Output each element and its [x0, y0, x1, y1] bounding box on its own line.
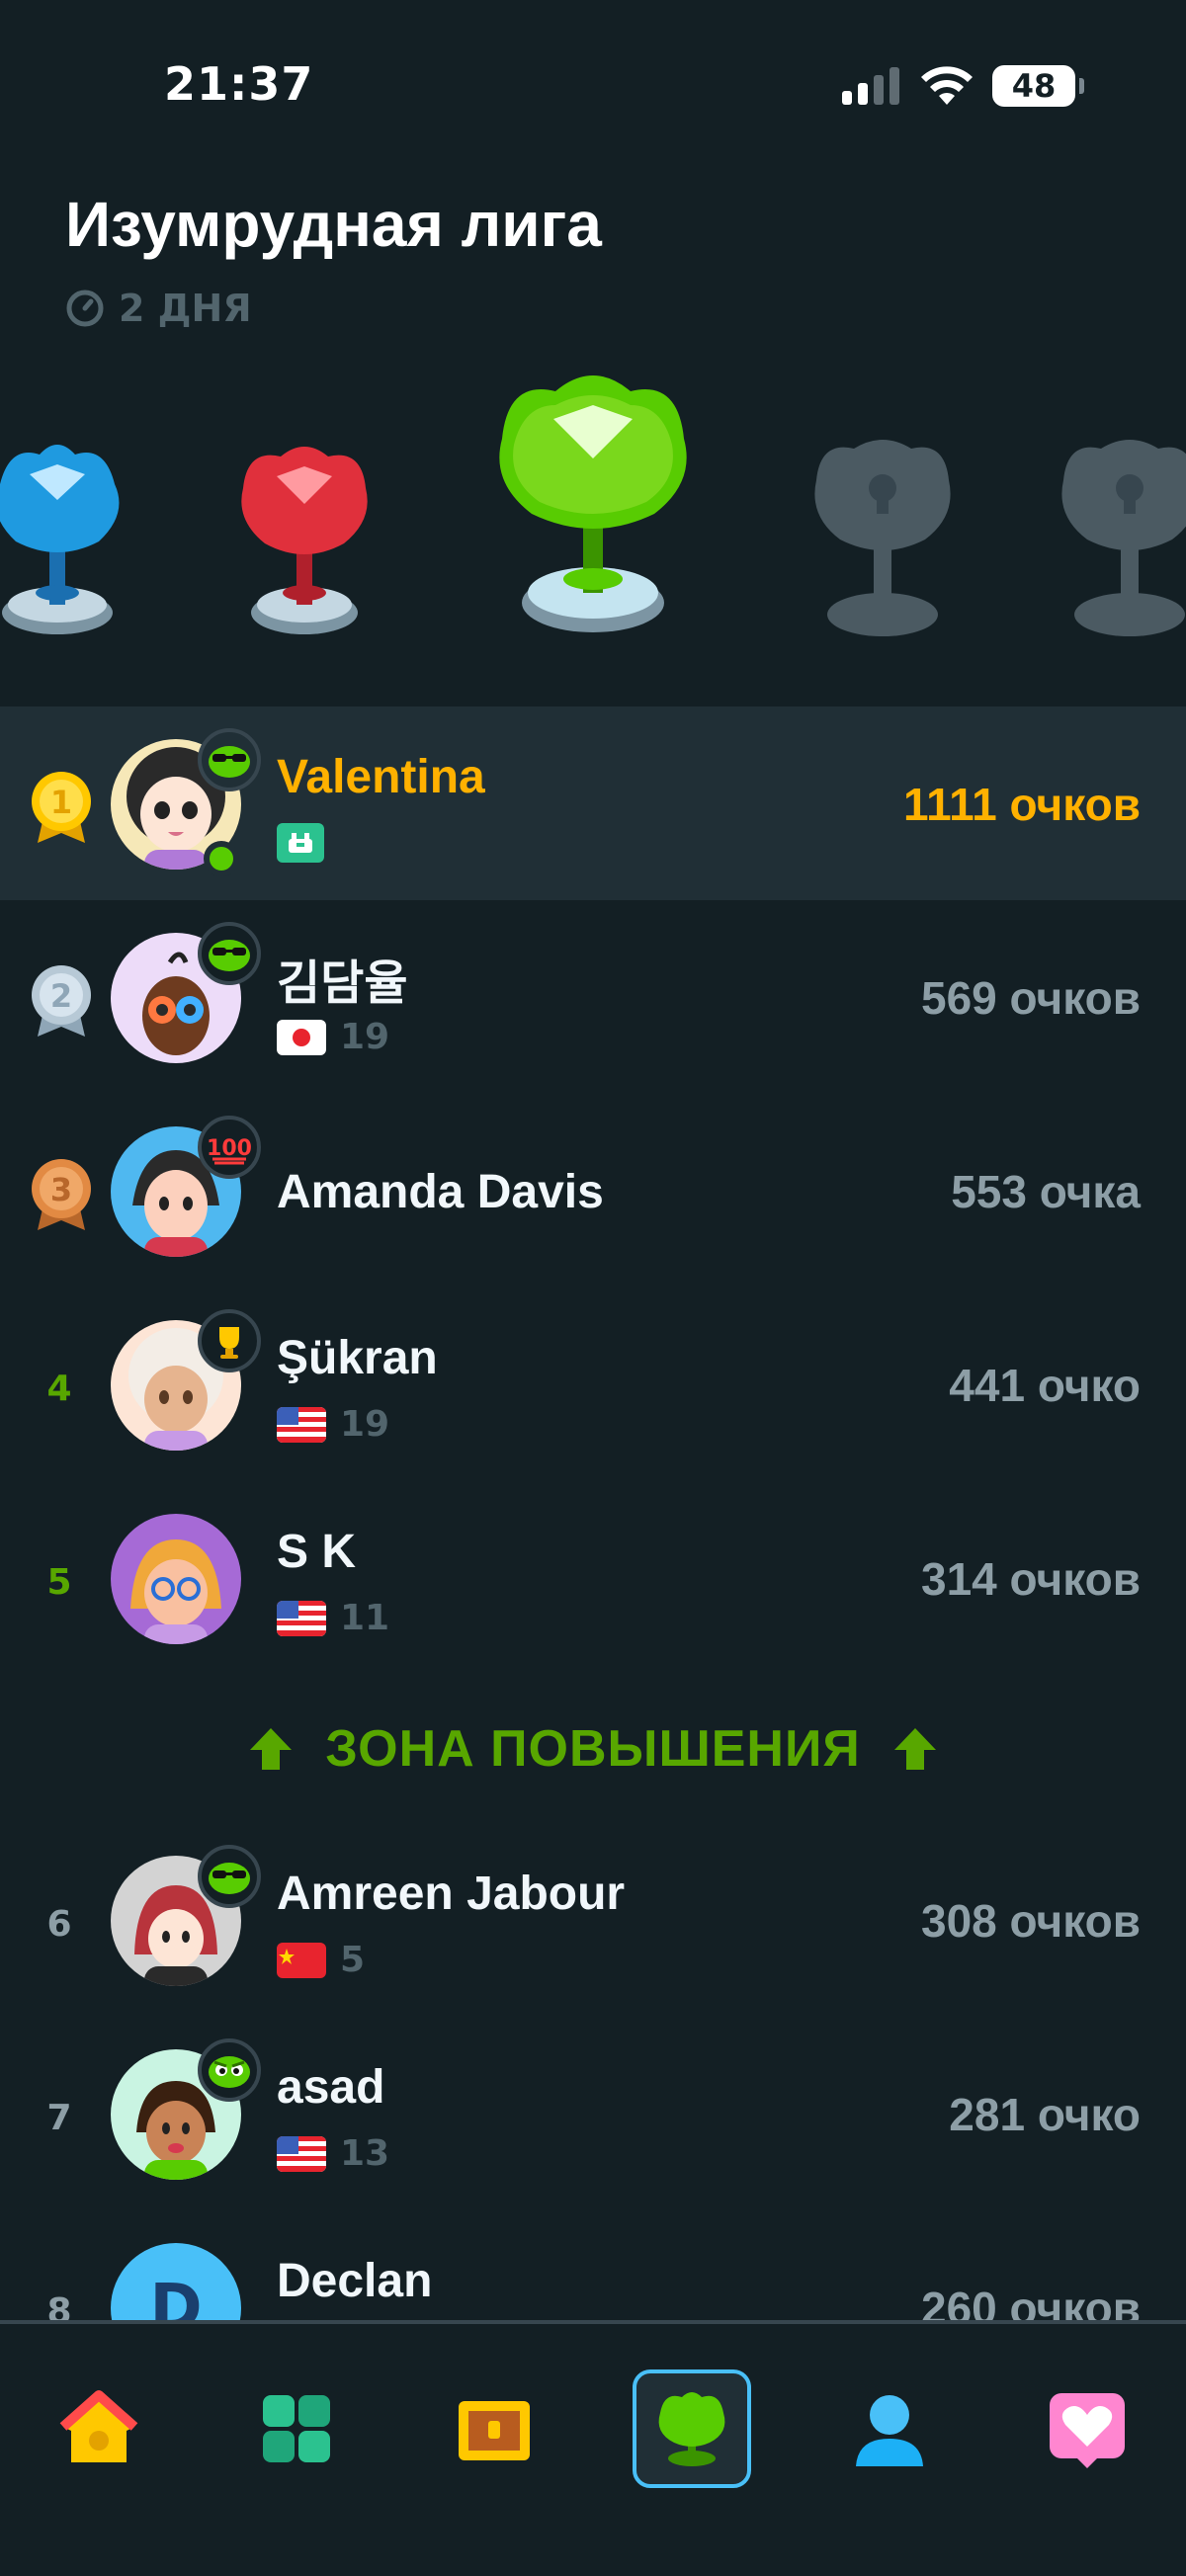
user-meta: 19: [277, 1017, 389, 1057]
user-points: 553 очка: [951, 1166, 1141, 1217]
league-chip-icon: [277, 823, 324, 863]
bronze-medal-icon: 3: [32, 1159, 91, 1230]
rank-number: 7: [46, 2097, 72, 2138]
status-time: 21:37: [164, 57, 314, 111]
wifi-icon: [921, 66, 973, 105]
user-points: 441 очко: [949, 1360, 1141, 1411]
avatar[interactable]: [111, 1514, 241, 1644]
league-timer: 2 ДНЯ: [65, 287, 252, 330]
hundred-points-badge-icon: 100: [198, 1116, 261, 1179]
rank-number: 5: [46, 1561, 72, 1603]
emerald-league-trophy-icon: [499, 375, 687, 632]
user-streak: 19: [340, 1404, 390, 1445]
user-name: Şükran: [277, 1332, 438, 1384]
gold-medal-icon: 1: [32, 772, 91, 843]
leaderboard-row[interactable]: 5 S K 11 314 очков: [0, 1481, 1186, 1675]
battery-indicator: 48: [992, 65, 1084, 107]
characters-icon: [263, 2395, 330, 2462]
user-name: asad: [277, 2061, 385, 2114]
usa-flag-icon: [277, 1600, 326, 1636]
user-name: Valentina: [277, 751, 485, 803]
promotion-zone-label: ЗОНА ПОВЫШЕНИЯ: [325, 1720, 861, 1778]
nav-chest[interactable]: [435, 2369, 553, 2488]
nav-home[interactable]: [40, 2369, 158, 2488]
usa-flag-icon: [277, 1406, 326, 1443]
arrow-up-icon: [893, 1728, 936, 1770]
sapphire-league-trophy-icon: [0, 445, 120, 634]
usa-flag-icon: [277, 2135, 326, 2172]
leaderboard-row[interactable]: 6 Amreen Jabour 5 308 очков: [0, 1823, 1186, 2017]
locked-league-trophy-icon: [814, 440, 951, 636]
timer-text: 2 ДНЯ: [119, 287, 252, 330]
svg-text:3: 3: [50, 1171, 72, 1208]
rank-number: 4: [46, 1368, 72, 1409]
svg-text:1: 1: [50, 784, 72, 821]
user-name: S K: [277, 1526, 357, 1578]
user-points: 314 очков: [921, 1553, 1141, 1605]
leaderboard-row-current-user[interactable]: 1 Valentina 1111 очков: [0, 706, 1186, 900]
rank-number: 6: [46, 1903, 72, 1945]
leaderboard-list: 1 Valentina 1111 очков 2 김담율 19 569 очко…: [0, 706, 1186, 2404]
home-icon: [59, 2390, 138, 2462]
nav-leagues[interactable]: [633, 2369, 751, 2488]
user-points: 308 очков: [921, 1895, 1141, 1947]
user-meta: 13: [277, 2133, 389, 2174]
user-meta: 11: [277, 1598, 389, 1638]
arrow-up-icon: [250, 1728, 293, 1770]
svg-text:100: 100: [207, 1136, 252, 1161]
sunglasses-owl-badge-icon: [198, 728, 261, 791]
signal-icon: [842, 67, 899, 105]
leaderboard-row[interactable]: 2 김담율 19 569 очков: [0, 900, 1186, 1094]
promotion-zone-divider: ЗОНА ПОВЫШЕНИЯ: [0, 1675, 1186, 1823]
silver-medal-icon: 2: [32, 965, 91, 1037]
user-name: Declan: [277, 2255, 433, 2307]
user-name: 김담율: [277, 957, 408, 1010]
japan-flag-icon: [277, 1019, 326, 1055]
user-points: 281 очко: [949, 2089, 1141, 2140]
profile-icon: [856, 2395, 923, 2466]
nav-profile[interactable]: [830, 2369, 949, 2488]
trophy-badge-icon: [198, 1309, 261, 1372]
user-points: 569 очков: [921, 972, 1141, 1024]
angry-owl-badge-icon: [198, 2038, 261, 2102]
nav-characters[interactable]: [237, 2369, 356, 2488]
user-streak: 13: [340, 2133, 390, 2174]
sunglasses-owl-badge-icon: [198, 1845, 261, 1908]
leaderboard-row[interactable]: 3 100 Amanda Davis 553 очка: [0, 1094, 1186, 1288]
online-indicator: [204, 841, 239, 876]
user-streak: 11: [340, 1598, 390, 1638]
user-points: 1111 очков: [903, 779, 1141, 830]
user-name: Amreen Jabour: [277, 1868, 626, 1920]
status-bar: 21:37 48: [0, 0, 1186, 168]
svg-text:2: 2: [50, 977, 72, 1015]
user-streak: 5: [340, 1940, 366, 1980]
locked-league-trophy-icon-2: [1061, 440, 1186, 636]
user-meta: 5: [277, 1940, 365, 1980]
user-meta: [277, 823, 324, 863]
page-title: Изумрудная лига: [65, 189, 602, 260]
nav-health[interactable]: [1028, 2369, 1146, 2488]
sunglasses-owl-badge-icon: [198, 922, 261, 985]
leaderboard-row[interactable]: 4 Şükran 19 441 очко: [0, 1288, 1186, 1481]
user-meta: 19: [277, 1404, 389, 1445]
ruby-league-trophy-icon: [241, 447, 368, 634]
clock-icon: [66, 290, 104, 327]
leagues-icon: [658, 2392, 725, 2466]
leaderboard-row[interactable]: 7 asad 13 281 очко: [0, 2017, 1186, 2210]
chest-icon: [459, 2401, 530, 2460]
china-flag-icon: [277, 1942, 326, 1978]
bottom-navigation: [0, 2320, 1186, 2576]
user-streak: 19: [340, 1017, 390, 1057]
user-name: Amanda Davis: [277, 1166, 604, 1218]
league-trophies: [0, 366, 1186, 652]
heart-icon: [1050, 2393, 1125, 2468]
